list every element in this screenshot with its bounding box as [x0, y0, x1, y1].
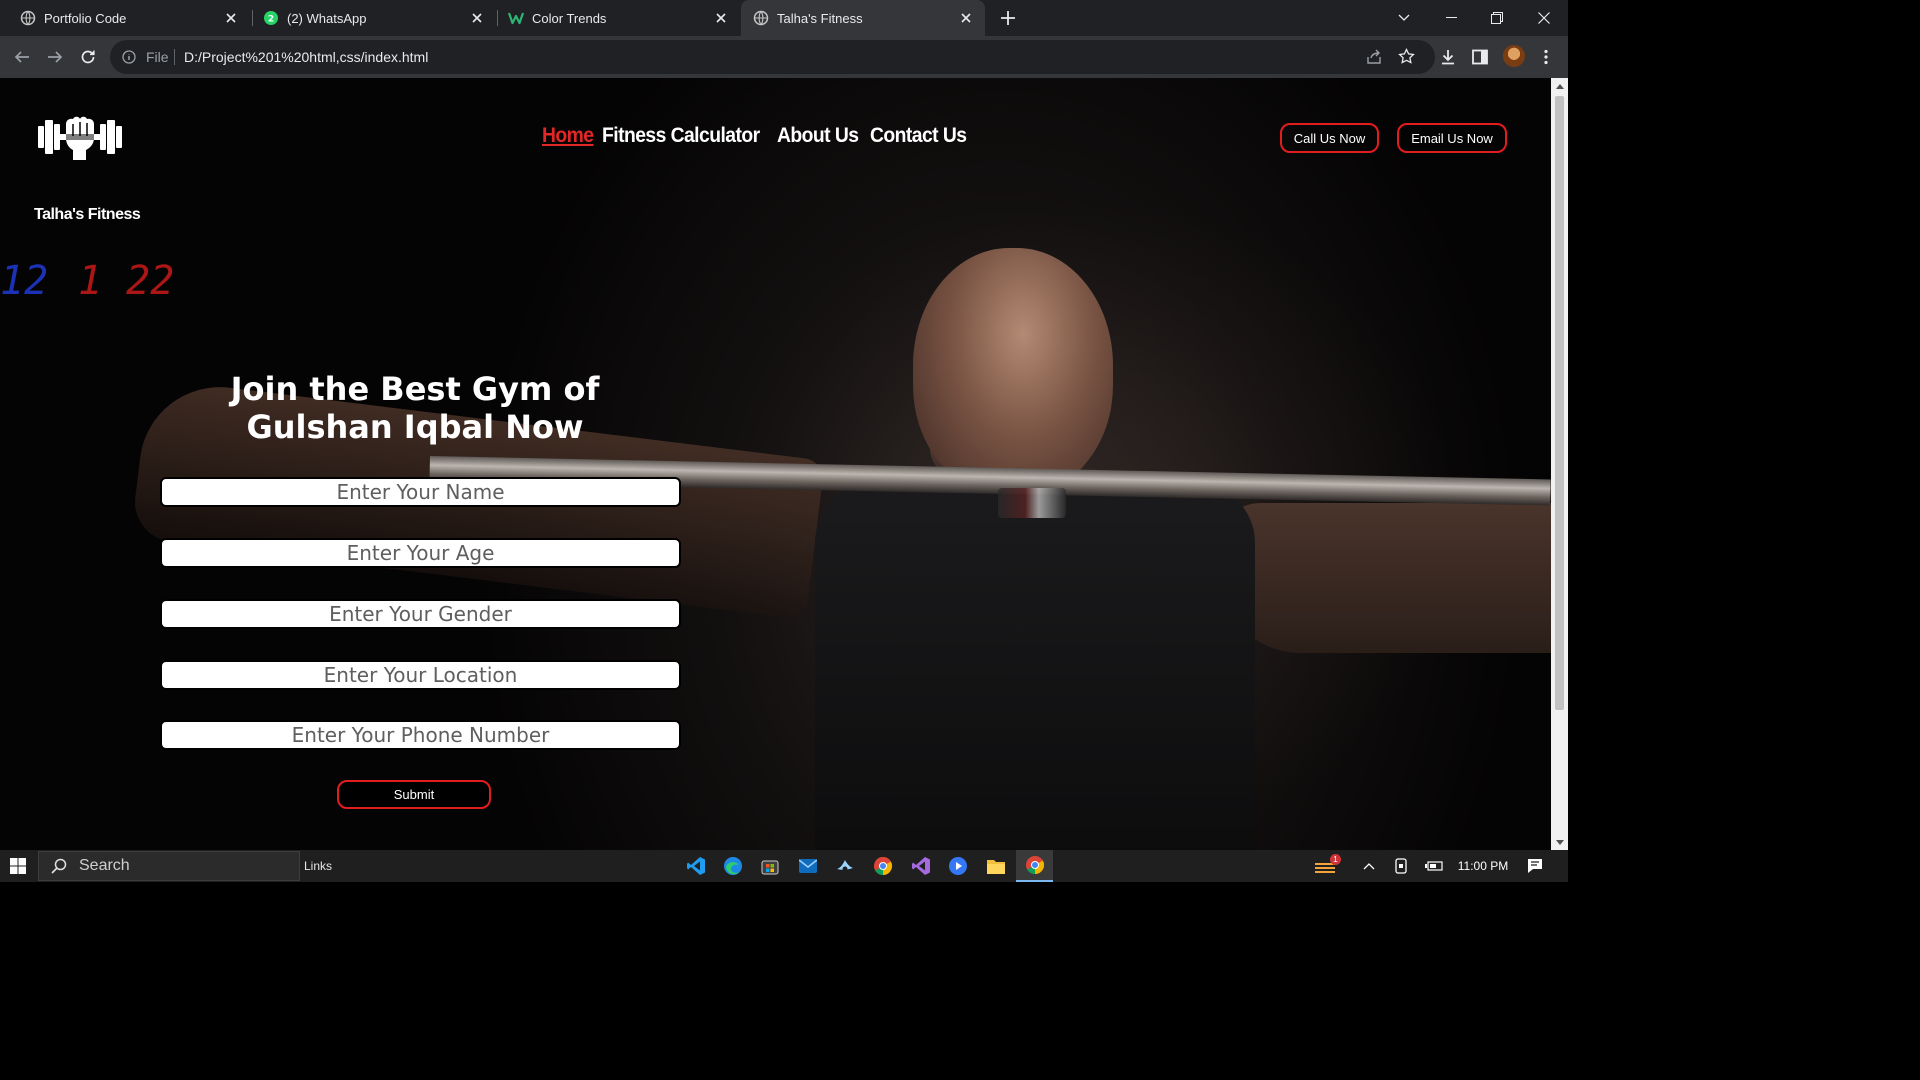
color-trends-icon [508, 10, 524, 26]
scroll-down-arrow-icon[interactable] [1555, 838, 1564, 846]
page-scrollbar[interactable] [1551, 78, 1568, 850]
chrome-icon[interactable] [865, 850, 901, 882]
tab-color-trends[interactable]: Color Trends [498, 0, 740, 36]
side-panel-icon[interactable] [1468, 45, 1492, 69]
chrome-active-icon[interactable] [1016, 850, 1053, 882]
battery-icon[interactable] [1422, 850, 1446, 882]
search-icon [51, 858, 67, 874]
url-scheme-label: File [146, 49, 169, 65]
links-toolbar[interactable]: Links [304, 859, 332, 873]
windows-start-icon[interactable] [0, 850, 36, 882]
url-text[interactable]: D:/Project%201%20html,css/index.html [184, 49, 428, 65]
nav-fitness-calculator[interactable]: Fitness Calculator [602, 124, 760, 148]
new-tab-button[interactable] [996, 6, 1020, 30]
tab-title: (2) WhatsApp [287, 10, 367, 26]
age-input[interactable]: Enter Your Age [160, 538, 681, 568]
main-nav: Home Fitness Calculator About Us Contact… [542, 124, 967, 148]
tab-whatsapp[interactable]: 2 (2) WhatsApp [253, 0, 496, 36]
profile-avatar[interactable] [1503, 45, 1525, 67]
notification-center-icon[interactable] [1522, 850, 1548, 882]
bookmark-star-icon[interactable] [1398, 47, 1415, 70]
weather-widget-icon[interactable]: 1 [1310, 850, 1341, 882]
visual-studio-icon[interactable] [903, 850, 939, 882]
file-explorer-icon[interactable] [978, 850, 1014, 882]
nav-home[interactable]: Home [542, 124, 594, 148]
scroll-up-arrow-icon[interactable] [1555, 82, 1564, 90]
call-us-button[interactable]: Call Us Now [1280, 123, 1379, 153]
close-tab-icon[interactable] [712, 9, 730, 27]
email-us-button[interactable]: Email Us Now [1397, 123, 1507, 153]
taskbar-search-placeholder: Search [79, 857, 130, 874]
close-tab-icon[interactable] [468, 9, 486, 27]
back-button[interactable] [10, 45, 34, 69]
omnibox-separator [174, 49, 175, 65]
whatsapp-icon: 2 [263, 10, 279, 26]
store-icon[interactable] [752, 850, 788, 882]
menu-kebab-icon[interactable] [1534, 45, 1558, 69]
page-viewport: 12 1 22 Talha's Fitness Home Fitness Cal… [0, 78, 1551, 850]
phone-number-input[interactable]: Enter Your Phone Number [160, 720, 681, 750]
steam-icon[interactable] [827, 850, 863, 882]
gender-input[interactable]: Enter Your Gender [160, 599, 681, 629]
restore-button[interactable] [1474, 0, 1520, 36]
tab-search-chevron-icon[interactable] [1381, 0, 1427, 36]
submit-button[interactable]: Submit [337, 780, 491, 809]
background-photo-head [913, 248, 1113, 493]
browser-toolbar: File D:/Project%201%20html,css/index.htm… [0, 36, 1568, 78]
taskbar-clock[interactable]: 11:00 PM [1452, 850, 1514, 882]
browser-tab-bar: Portfolio Code 2 (2) WhatsApp Color Tren… [0, 0, 1568, 36]
scrollbar-thumb[interactable] [1555, 96, 1564, 710]
background-photo-shirt [815, 483, 1255, 850]
brand-name: Talha's Fitness [34, 206, 141, 223]
media-player-icon[interactable] [940, 850, 976, 882]
background-photo-shirt-logo [998, 488, 1066, 518]
share-icon[interactable] [1366, 49, 1382, 70]
vscode-icon[interactable] [678, 850, 714, 882]
tab-talhas-fitness[interactable]: Talha's Fitness [741, 0, 985, 36]
taskbar-search-box[interactable]: Search [38, 851, 300, 881]
edge-icon[interactable] [715, 850, 751, 882]
site-logo[interactable]: Talha's Fitness [34, 114, 141, 223]
close-tab-icon[interactable] [957, 9, 975, 27]
globe-icon [20, 10, 36, 26]
windows-taskbar: Search Links 1 11:00 PM [0, 850, 1568, 882]
minimize-button[interactable] [1428, 0, 1474, 36]
background-gym-clock-blue: 12 [0, 258, 49, 304]
background-gym-clock-red: 1 22 [78, 258, 175, 304]
close-window-button[interactable] [1521, 0, 1567, 36]
download-icon[interactable] [1436, 45, 1460, 69]
tab-title: Talha's Fitness [777, 10, 863, 26]
close-tab-icon[interactable] [222, 9, 240, 27]
notification-badge: 1 [1330, 854, 1341, 865]
location-input[interactable]: Enter Your Location [160, 660, 681, 690]
info-icon[interactable] [122, 50, 136, 69]
tab-portfolio-code[interactable]: Portfolio Code [0, 0, 250, 36]
nav-about-us[interactable]: About Us [777, 124, 859, 148]
forward-button[interactable] [43, 45, 67, 69]
name-input[interactable]: Enter Your Name [160, 477, 681, 507]
nav-contact-us[interactable]: Contact Us [870, 124, 967, 148]
dumbbell-fist-icon [38, 116, 122, 160]
tab-title: Portfolio Code [44, 10, 127, 26]
background-photo-right-arm [1220, 503, 1551, 653]
globe-icon [753, 10, 769, 26]
hero-title: Join the Best Gym of Gulshan Iqbal Now [230, 370, 600, 446]
tab-title: Color Trends [532, 10, 607, 26]
show-hidden-icons-chevron-icon[interactable] [1358, 850, 1380, 882]
device-icon[interactable] [1390, 850, 1412, 882]
mail-icon[interactable] [790, 850, 826, 882]
reload-button[interactable] [76, 45, 100, 69]
svg-text:2: 2 [268, 15, 274, 25]
address-bar[interactable]: File D:/Project%201%20html,css/index.htm… [110, 40, 1435, 74]
